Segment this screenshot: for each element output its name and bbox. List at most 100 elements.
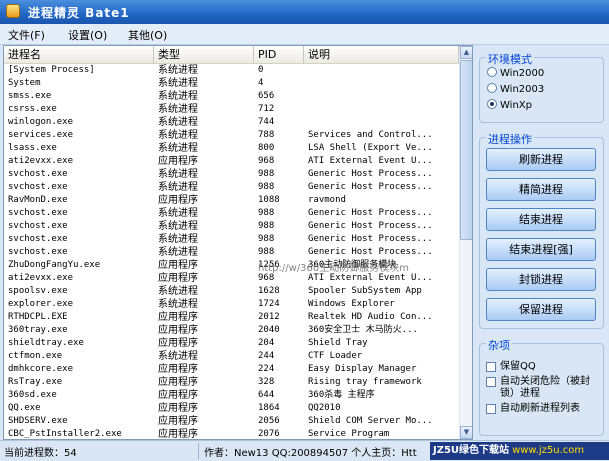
cell-description: Spooler SubSystem App [308, 286, 422, 296]
misc-panel: 杂项 保留QQ 自动关闭危险（被封锁）进程 自动刷新进程列表 [479, 337, 604, 436]
cell-type: 应用程序 [158, 260, 198, 271]
cell-pid: 788 [258, 130, 275, 140]
slim-process-button[interactable]: 精简进程 [486, 178, 596, 201]
table-row[interactable]: csrss.exe 系统进程 712 [4, 103, 459, 116]
radio-winxp[interactable]: WinXp [487, 99, 532, 113]
cell-process-name: ctfmon.exe [8, 351, 63, 361]
cell-pid: 988 [258, 208, 275, 218]
table-row[interactable]: RavMonD.exe 应用程序 1088 ravmond [4, 194, 459, 207]
menu-other[interactable]: 其他(O) [128, 27, 167, 43]
cell-description: Shield COM Server Mo... [308, 416, 433, 426]
col-process-name[interactable]: 进程名 [4, 46, 154, 63]
table-row[interactable]: svchost.exe 系统进程 988 Generic Host Process..… [4, 246, 459, 259]
table-row[interactable]: dmhkcore.exe 应用程序 224 Easy Display Manager [4, 363, 459, 376]
refresh-process-button[interactable]: 刷新进程 [486, 148, 596, 171]
process-count-status: 当前进程数：54 [4, 448, 77, 459]
author-status: 作者：New13 QQ:200894507 个人主页：Htt [204, 448, 417, 459]
col-type[interactable]: 类型 [154, 46, 254, 63]
end-process-button[interactable]: 结束进程 [486, 208, 596, 231]
title-bar[interactable]: 进程精灵 Bate1 [0, 0, 609, 24]
table-row[interactable]: 360tray.exe 应用程序 2040 360安全卫士 木马防火... [4, 324, 459, 337]
table-row[interactable]: svchost.exe 系统进程 988 Generic Host Process..… [4, 220, 459, 233]
keep-process-button[interactable]: 保留进程 [486, 298, 596, 321]
cell-process-name: csrss.exe [8, 104, 57, 114]
auto-close-danger-checkbox[interactable]: 自动关闭危险（被封锁）进程 [486, 376, 602, 400]
cell-process-name: shieldtray.exe [8, 338, 84, 348]
table-row[interactable]: spoolsv.exe 系统进程 1628 Spooler SubSystem App [4, 285, 459, 298]
table-row[interactable]: System 系统进程 4 [4, 77, 459, 90]
cell-pid: 2056 [258, 416, 280, 426]
cell-process-name: lsass.exe [8, 143, 57, 153]
keep-qq-checkbox[interactable]: 保留QQ [486, 361, 602, 373]
table-row[interactable]: winlogon.exe 系统进程 744 [4, 116, 459, 129]
cell-type: 系统进程 [158, 130, 198, 141]
process-list[interactable]: 进程名 类型 PID 说明 [System Process] 系统进程 0 Syste… [3, 45, 473, 440]
table-row[interactable]: RTHDCPL.EXE 应用程序 2012 Realtek HD Audio Con.… [4, 311, 459, 324]
radio-dot [487, 67, 497, 77]
cell-pid: 1864 [258, 403, 280, 413]
table-row[interactable]: CBC_PstInstaller2.exe 应用程序 2076 Service Pro… [4, 428, 459, 439]
table-row[interactable]: smss.exe 系统进程 656 [4, 90, 459, 103]
table-row[interactable]: ati2evxx.exe 应用程序 968 ATI External Event U.… [4, 155, 459, 168]
table-row[interactable]: RsTray.exe 应用程序 328 Rising tray framework [4, 376, 459, 389]
vertical-scrollbar[interactable]: ▲ ▼ [459, 46, 472, 439]
cell-type: 应用程序 [158, 403, 198, 414]
checkbox-label: 自动刷新进程列表 [500, 403, 580, 414]
cell-process-name: spoolsv.exe [8, 286, 68, 296]
cell-process-name: ati2evxx.exe [8, 273, 74, 283]
cell-type: 系统进程 [158, 169, 198, 180]
menu-file[interactable]: 文件(F) [8, 27, 45, 43]
cell-type: 应用程序 [158, 312, 198, 323]
cell-pid: 204 [258, 338, 275, 348]
col-pid[interactable]: PID [254, 46, 304, 63]
cell-process-name: svchost.exe [8, 247, 68, 257]
app-window: 进程精灵 Bate1 文件(F) 设置(O) 其他(O) 进程名 类型 PID … [0, 0, 609, 461]
cell-description [304, 90, 459, 103]
window-title: 进程精灵 Bate1 [28, 6, 130, 20]
table-row[interactable]: svchost.exe 系统进程 988 Generic Host Process..… [4, 181, 459, 194]
table-row[interactable]: SHDSERV.exe 应用程序 2056 Shield COM Server Mo.… [4, 415, 459, 428]
table-row[interactable]: [System Process] 系统进程 0 [4, 64, 459, 77]
table-row[interactable]: svchost.exe 系统进程 988 Generic Host Process..… [4, 233, 459, 246]
cell-description: Generic Host Process... [308, 234, 433, 244]
cell-description: Windows Explorer [308, 299, 395, 309]
auto-refresh-checkbox[interactable]: 自动刷新进程列表 [486, 403, 602, 427]
cell-description [304, 64, 459, 77]
scroll-down-button[interactable]: ▼ [460, 426, 472, 439]
cell-type: 系统进程 [158, 182, 198, 193]
table-row[interactable]: 360sd.exe 应用程序 644 360杀毒 主程序 [4, 389, 459, 402]
table-row[interactable]: QQ.exe 应用程序 1864 QQ2010 [4, 402, 459, 415]
checkbox-box [486, 377, 496, 387]
checkbox-box [486, 362, 496, 372]
scroll-thumb[interactable] [460, 60, 472, 240]
table-row[interactable]: shieldtray.exe 应用程序 204 Shield Tray [4, 337, 459, 350]
cell-description: Generic Host Process... [308, 182, 433, 192]
scroll-up-button[interactable]: ▲ [460, 46, 472, 59]
cell-description: 360安全卫士 木马防火... [308, 325, 418, 335]
cell-type: 系统进程 [158, 247, 198, 258]
radio-dot-selected [487, 99, 497, 109]
radio-win2000[interactable]: Win2000 [487, 67, 544, 81]
radio-win2003[interactable]: Win2003 [487, 83, 544, 97]
col-description[interactable]: 说明 [304, 46, 459, 63]
cell-description: Realtek HD Audio Con... [308, 312, 433, 322]
process-ops-panel: 进程操作 刷新进程 精简进程 结束进程 结束进程[强] 封锁进程 保留进程 [479, 131, 604, 329]
table-row[interactable]: lsass.exe 系统进程 800 LSA Shell (Export Ve... [4, 142, 459, 155]
menu-settings[interactable]: 设置(O) [68, 27, 107, 43]
force-end-process-button[interactable]: 结束进程[强] [486, 238, 596, 261]
checkbox-box [486, 404, 496, 414]
cell-description: Generic Host Process... [308, 169, 433, 179]
cell-type: 系统进程 [158, 299, 198, 310]
table-row[interactable]: svchost.exe 系统进程 988 Generic Host Process..… [4, 168, 459, 181]
cell-description: Service Program [308, 429, 390, 439]
block-process-button[interactable]: 封锁进程 [486, 268, 596, 291]
misc-title: 杂项 [486, 337, 512, 353]
table-row[interactable]: ctfmon.exe 系统进程 244 CTF Loader [4, 350, 459, 363]
table-row[interactable]: explorer.exe 系统进程 1724 Windows Explorer [4, 298, 459, 311]
table-row[interactable]: services.exe 系统进程 788 Services and Control.… [4, 129, 459, 142]
overlay-text: http://w/360主动防御服务模块m [258, 263, 410, 274]
cell-pid: 1088 [258, 195, 280, 205]
table-row[interactable]: svchost.exe 系统进程 988 Generic Host Process..… [4, 207, 459, 220]
cell-description: Generic Host Process... [308, 221, 433, 231]
cell-type: 应用程序 [158, 156, 198, 167]
